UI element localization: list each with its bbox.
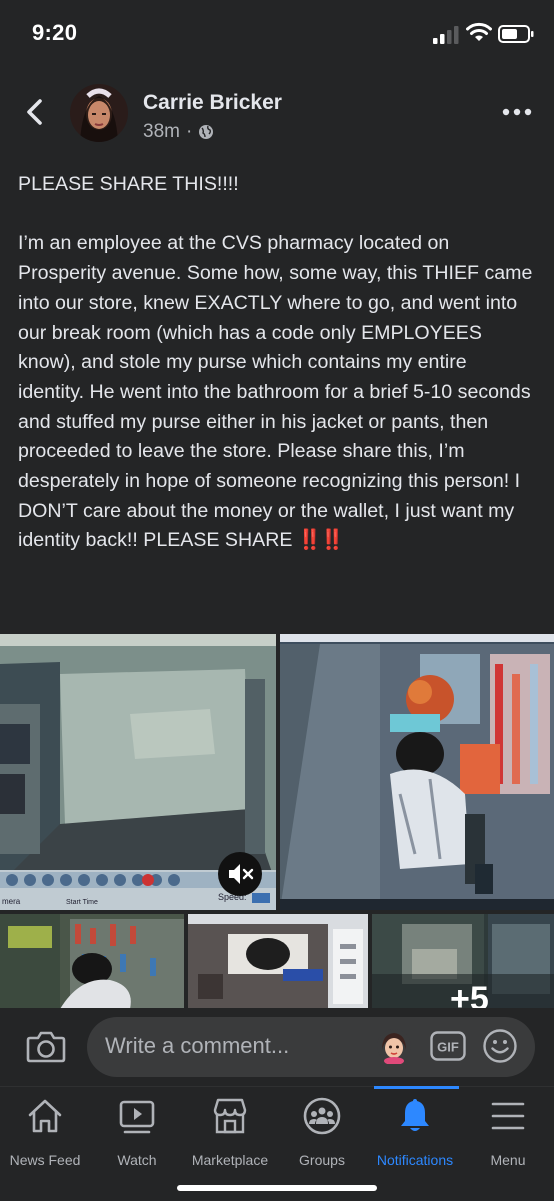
tab-label-marketplace: Marketplace — [191, 1152, 269, 1168]
gif-button[interactable]: GIF — [430, 1031, 466, 1061]
bell-icon — [401, 1099, 429, 1131]
menu-icon — [491, 1102, 525, 1130]
author-name[interactable]: Carrie Bricker — [143, 91, 282, 115]
status-time: 9:20 — [32, 20, 78, 45]
battery-icon — [498, 25, 534, 43]
post-time[interactable]: 38m — [143, 121, 180, 143]
avatar-sticker-icon[interactable] — [376, 1028, 412, 1064]
post-body: I’m an employee at the CVS pharmacy loca… — [18, 229, 538, 556]
tab-label-watch: Watch — [117, 1152, 157, 1168]
watch-icon — [119, 1100, 155, 1134]
globe-icon — [199, 125, 214, 139]
active-tab-indicator — [374, 1086, 459, 1089]
post-meta: 38m · — [143, 121, 214, 143]
speaker-muted-icon — [229, 864, 254, 884]
comment-placeholder[interactable]: Write a comment... — [105, 1033, 289, 1059]
tab-label-news-feed: News Feed — [9, 1152, 81, 1168]
tab-marketplace[interactable]: Marketplace — [180, 1096, 280, 1168]
tab-label-menu: Menu — [490, 1152, 526, 1168]
tab-menu[interactable]: Menu — [458, 1096, 554, 1168]
post-text: PLEASE SHARE THIS!!!! I’m an employee at… — [18, 170, 538, 556]
photo-label-camera: mera — [2, 897, 21, 906]
photo-label-start-time: Start Time — [66, 899, 98, 906]
home-icon — [28, 1099, 62, 1133]
post-body-text: I’m an employee at the CVS pharmacy loca… — [18, 232, 533, 552]
camera-icon[interactable] — [26, 1028, 66, 1064]
author-avatar[interactable] — [70, 84, 128, 142]
cellular-signal-icon — [433, 26, 459, 44]
photo-suspect-aisle[interactable] — [280, 634, 554, 910]
groups-icon — [303, 1097, 341, 1135]
emoji-icon[interactable] — [482, 1028, 518, 1064]
photo-suspect-shelves[interactable] — [0, 914, 184, 1009]
home-indicator[interactable] — [177, 1185, 377, 1191]
marketplace-icon — [213, 1098, 247, 1134]
double-exclamation-emoji: ‼️‼️ — [297, 529, 345, 552]
author-avatar-image — [70, 84, 128, 142]
gif-icon: GIF — [430, 1031, 466, 1061]
status-bar: 9:20 — [0, 0, 554, 70]
mute-toggle-button[interactable] — [218, 852, 262, 896]
tab-groups[interactable]: Groups — [272, 1096, 372, 1168]
gif-label: GIF — [437, 1040, 459, 1055]
meta-separator: · — [185, 121, 193, 142]
post-photo-grid: mera Start Time Speed: — [0, 634, 554, 1009]
tab-notifications[interactable]: Notifications — [365, 1096, 465, 1168]
back-chevron-icon[interactable] — [22, 96, 50, 128]
wifi-icon — [466, 22, 492, 41]
tab-watch[interactable]: Watch — [87, 1096, 187, 1168]
tab-label-groups: Groups — [299, 1152, 345, 1168]
post-heading: PLEASE SHARE THIS!!!! — [18, 173, 239, 195]
photo-suspect-bathroom[interactable] — [188, 914, 368, 1009]
tab-label-notifications: Notifications — [376, 1152, 454, 1168]
tab-news-feed[interactable]: News Feed — [0, 1096, 95, 1168]
more-options-icon[interactable] — [500, 102, 534, 122]
